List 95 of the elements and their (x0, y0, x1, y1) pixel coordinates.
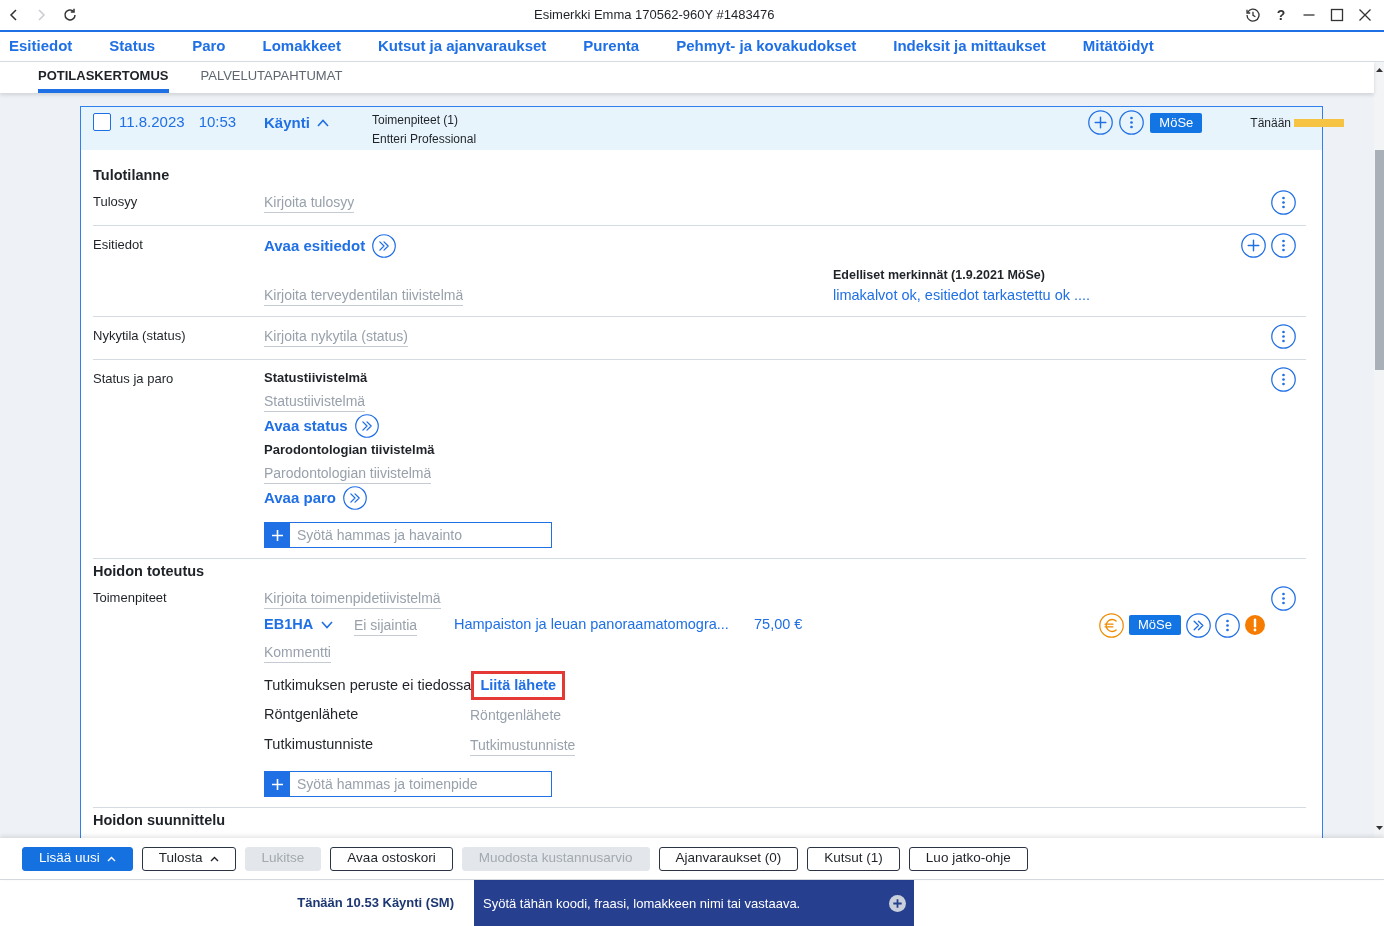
refresh-icon[interactable] (62, 7, 78, 23)
add-button[interactable] (264, 522, 290, 548)
day-marker-icon (1294, 118, 1344, 127)
nav-tab[interactable]: Lomakkeet (262, 32, 341, 61)
nav-tab[interactable]: Esitiedot (9, 32, 73, 61)
procedure-price: 75,00 € (754, 615, 803, 635)
section-heading: Hoidon toteutus (93, 562, 206, 581)
notice-text: Tutkimuksen peruste ei tiedossa (264, 675, 472, 695)
status-text: Tänään 10.53 Käynti (SM) (297, 894, 454, 913)
double-chevron-icon[interactable] (354, 414, 379, 438)
toolbar-button[interactable]: Luo jatko-ohje (908, 846, 1028, 871)
subheading: Statustiivistelmä (264, 369, 368, 387)
plus-icon (270, 528, 284, 542)
euro-icon[interactable] (1099, 612, 1125, 638)
help-button[interactable]: ? (1273, 7, 1289, 23)
text-field[interactable]: Kirjoita nykytila (status) (264, 325, 408, 347)
history-link[interactable]: limakalvot ok, esitiedot tarkastettu ok .... (833, 284, 1091, 306)
caret-up-icon (106, 855, 116, 862)
text-field[interactable]: Kirjoita terveydentilan tiivistelmä (264, 284, 464, 306)
text-field[interactable]: Tutkimustunniste (470, 734, 576, 756)
double-chevron-icon[interactable] (343, 486, 367, 510)
double-chevron-icon[interactable] (1186, 612, 1211, 638)
toolbar-button[interactable]: Tulosta (141, 846, 236, 871)
initials-badge: MöSe (1129, 615, 1181, 635)
kebab-menu-icon[interactable] (1271, 233, 1296, 258)
history-title: Edelliset merkinnät (1.9.2021 MöSe) (833, 267, 1046, 284)
history-icon[interactable] (1245, 7, 1261, 23)
nav-tab[interactable]: Purenta (583, 32, 640, 61)
checkbox[interactable] (93, 113, 111, 131)
procedure-name-link[interactable]: Hampaiston ja leuan panoraamatomogra... (454, 614, 754, 636)
nav-tab[interactable]: Mitätöidyt (1082, 32, 1154, 61)
text-field[interactable]: Kommentti (264, 641, 331, 663)
toolbar-button[interactable]: Kutsut (1) (807, 846, 900, 871)
close-icon[interactable] (1357, 7, 1373, 23)
text-field[interactable]: Ei sijaintia (354, 614, 418, 636)
visit-date: 11.8.2023 (119, 111, 185, 132)
up-arrow-icon[interactable] (1375, 68, 1383, 72)
kebab-menu-icon[interactable] (1215, 612, 1240, 638)
double-chevron-icon[interactable] (372, 234, 397, 258)
toolbar-button[interactable]: Ajanvaraukset (0) (658, 846, 799, 871)
plus-icon (270, 777, 284, 791)
nav-tab[interactable]: Kutsut ja ajanvaraukset (377, 32, 547, 61)
attach-referral-link[interactable]: Liitä lähete (471, 671, 566, 700)
open-link[interactable]: Avaa paro (264, 486, 336, 510)
text-field[interactable]: Statustiivistelmä (264, 390, 366, 412)
kebab-menu-icon[interactable] (1271, 324, 1296, 349)
row-label: Status ja paro (93, 370, 175, 388)
toolbar-button[interactable]: Lisää uusi (22, 846, 133, 871)
system-name: Entteri Professional (372, 131, 477, 148)
plus-circle-icon[interactable] (1241, 233, 1266, 258)
caret-up-icon (209, 855, 219, 862)
row-label: Esitiedot (93, 236, 144, 254)
subheading: Parodontologian tiivistelmä (264, 441, 435, 459)
text-field[interactable]: Parodontologian tiivistelmä (264, 462, 432, 484)
scrollbar-thumb[interactable] (1374, 150, 1384, 370)
visit-type-toggle[interactable]: Käynti (264, 111, 329, 135)
nav-tab[interactable]: Indeksit ja mittaukset (893, 32, 1046, 61)
text-field[interactable]: Kirjoita toimenpidetiivistelmä (264, 587, 441, 609)
kebab-menu-icon[interactable] (1271, 586, 1296, 611)
sub-tab[interactable]: PALVELUTAPAHTUMAT (200, 62, 343, 93)
window-title: Esimerkki Emma 170562-960Y #1483476 (534, 6, 775, 25)
entry-field[interactable]: Syötä hammas ja toimenpide (290, 771, 552, 797)
open-link[interactable]: Avaa esitiedot (264, 234, 366, 258)
command-field[interactable]: Syötä tähän koodi, fraasi, lomakkeen nimi tai vastaava. (474, 880, 914, 926)
select-field[interactable]: Röntgenlähete (470, 704, 562, 726)
entry-field[interactable]: Syötä hammas ja havainto (290, 522, 552, 548)
kebab-menu-icon[interactable] (1271, 367, 1296, 392)
nav-tab[interactable]: Pehmyt- ja kovakudokset (676, 32, 857, 61)
toolbar-button[interactable]: Avaa ostoskori (330, 846, 453, 871)
row-label: Tulosyy (93, 193, 139, 211)
maximize-icon[interactable] (1329, 7, 1345, 23)
procedure-code-dropdown[interactable]: EB1HA (264, 614, 334, 636)
field-label: Tutkimustunniste (264, 735, 375, 755)
row-label: Toimenpiteet (93, 589, 168, 607)
procedure-count: Toimenpiteet (1) (372, 112, 460, 129)
field-label: Röntgenlähete (264, 705, 360, 725)
chevron-down-icon (321, 621, 334, 629)
down-arrow-icon[interactable] (1375, 826, 1383, 830)
row-label: Nykytila (status) (93, 327, 187, 345)
nav-tab[interactable]: Paro (192, 32, 226, 61)
kebab-menu-icon[interactable] (1119, 110, 1145, 135)
initials-badge: MöSe (1150, 112, 1203, 133)
exclamation-icon[interactable] (1245, 615, 1265, 635)
text-field[interactable]: Kirjoita tulosyy (264, 191, 355, 213)
plus-circle-icon[interactable] (1088, 110, 1114, 135)
open-link[interactable]: Avaa status (264, 414, 348, 438)
nav-tab[interactable]: Status (109, 32, 156, 61)
plus-circle-icon[interactable] (889, 895, 906, 912)
section-heading: Tulotilanne (93, 166, 171, 185)
day-label: Tänään (1250, 114, 1291, 132)
section-heading: Hoidon suunnittelu (93, 811, 227, 830)
kebab-menu-icon[interactable] (1271, 190, 1296, 215)
visit-time: 10:53 (198, 111, 237, 132)
add-button[interactable] (264, 771, 290, 797)
scrollbar[interactable] (1374, 62, 1384, 838)
